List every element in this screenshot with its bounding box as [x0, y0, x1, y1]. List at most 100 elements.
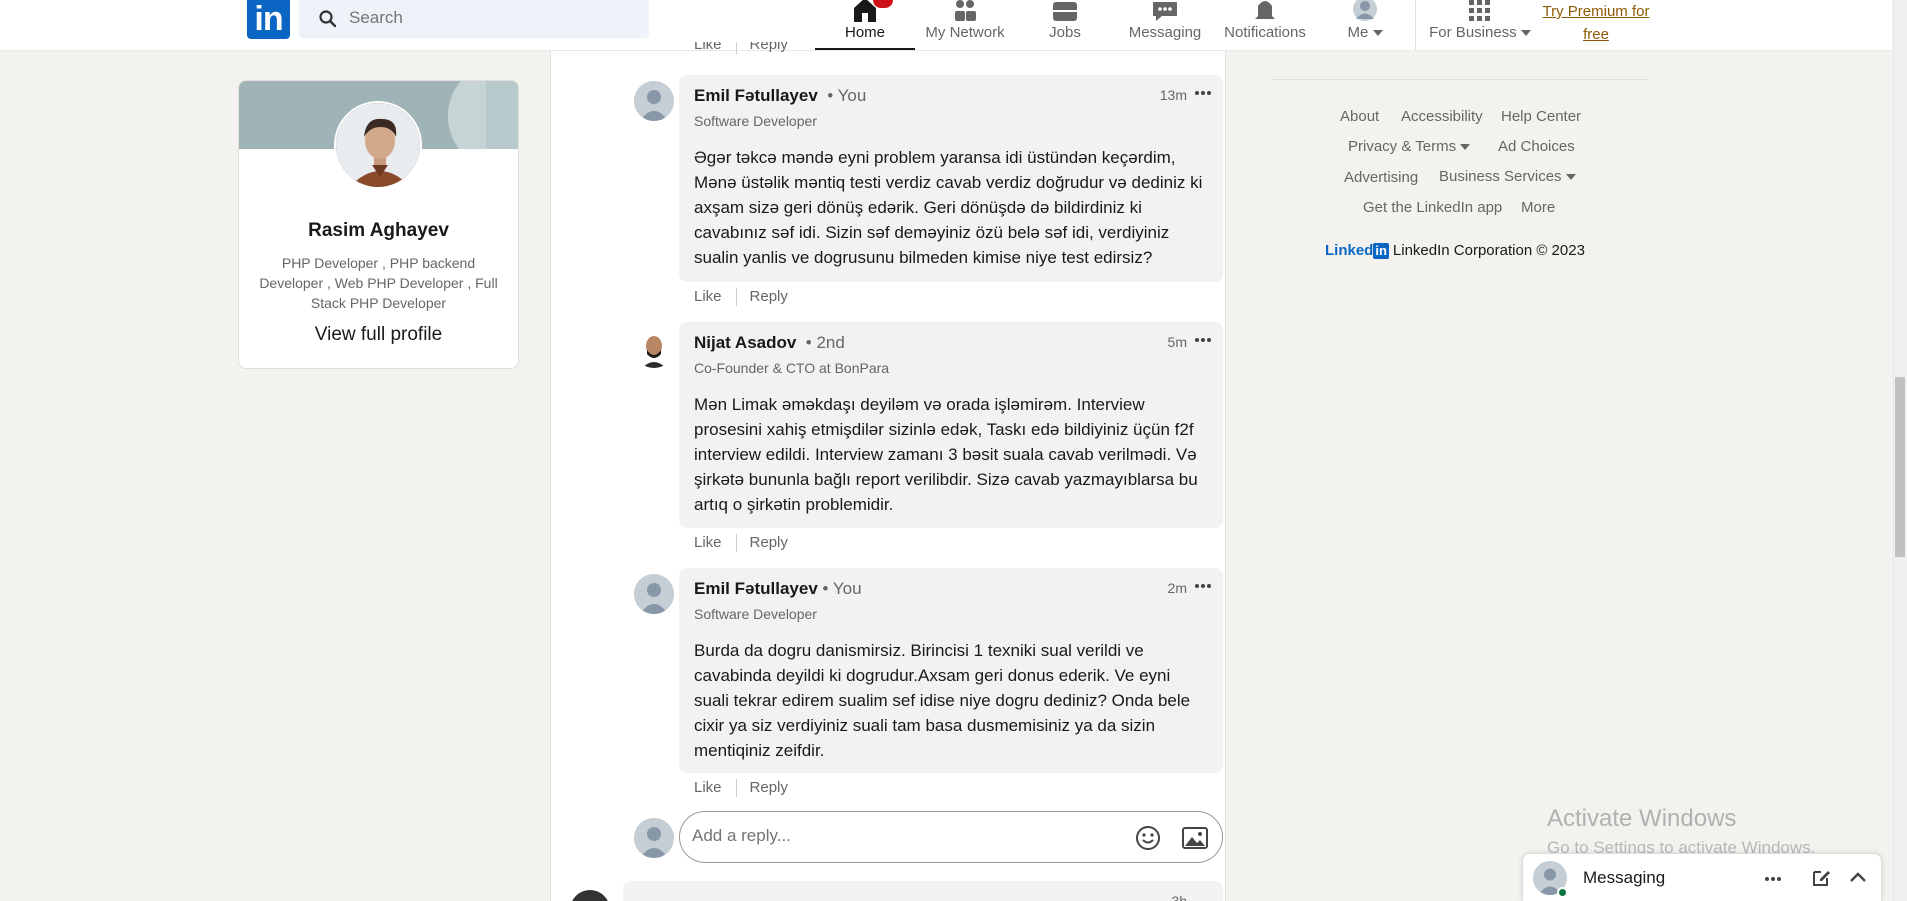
footer-help-center[interactable]: Help Center [1501, 108, 1581, 125]
linkedin-wordmark: Linked [1325, 242, 1374, 259]
profile-photo[interactable] [334, 101, 422, 189]
comment-time: 5m [1167, 334, 1187, 350]
comment-actions: Like Reply [694, 534, 788, 553]
chevron-down-icon [1565, 174, 1576, 180]
search-input[interactable] [349, 8, 629, 28]
comment-actions: Like Reply [694, 288, 788, 307]
comment-author[interactable]: Emil Fətullayev • You [694, 579, 862, 599]
linkedin-logo[interactable]: in [247, 0, 290, 39]
comment-author-headline: Software Developer [694, 113, 817, 129]
default-avatar-icon [634, 81, 674, 121]
avatar[interactable] [634, 328, 674, 368]
chevron-down-icon [1520, 30, 1531, 36]
like-button[interactable]: Like [694, 42, 722, 53]
comment-time: 13m [1159, 87, 1187, 103]
footer-accessibility[interactable]: Accessibility [1401, 108, 1483, 125]
footer-more[interactable]: More [1521, 199, 1555, 216]
comment-author[interactable]: Emil Fətullayev • You [694, 86, 866, 106]
person-photo-icon [634, 328, 674, 368]
comment-time: 2m [1167, 580, 1187, 596]
try-premium-link[interactable]: Try Premium for free [1538, 0, 1654, 46]
avatar[interactable] [634, 574, 674, 614]
nav-label: My Network [925, 24, 1005, 41]
comment: Nijat Asadov • 2nd Co-Founder & CTO at B… [679, 322, 1223, 528]
profile-card: Rasim Aghayev PHP Developer , PHP backen… [238, 80, 519, 369]
jobs-icon [1053, 2, 1077, 21]
reply-button[interactable]: Reply [750, 42, 788, 53]
nav-home[interactable]: Home [815, 0, 915, 50]
scrollbar-thumb[interactable] [1895, 377, 1905, 557]
comment-body: Əgər təkcə məndə eyni problem yaransa id… [694, 148, 1203, 267]
footer-get-app[interactable]: Get the LinkedIn app [1363, 199, 1502, 216]
person-photo-icon [336, 103, 420, 187]
messaging-bar[interactable]: Messaging [1522, 853, 1882, 901]
view-full-profile-link[interactable]: View full profile [239, 324, 518, 346]
nav-divider [1415, 0, 1416, 50]
nav-label: Jobs [1049, 24, 1081, 41]
nav-label: Notifications [1224, 24, 1306, 41]
like-button[interactable]: Like [694, 288, 722, 305]
reply-box[interactable] [679, 811, 1223, 863]
nav-notifications[interactable]: Notifications [1215, 0, 1315, 50]
compose-icon[interactable] [1811, 868, 1831, 888]
grid-icon [1469, 0, 1490, 21]
nav-my-network[interactable]: My Network [915, 0, 1015, 50]
avatar[interactable] [634, 81, 674, 121]
footer-ad-choices[interactable]: Ad Choices [1498, 138, 1575, 155]
footer-about[interactable]: About [1340, 108, 1379, 125]
like-button[interactable]: Like [694, 779, 722, 796]
image-icon[interactable] [1182, 826, 1208, 850]
default-avatar-icon [634, 574, 674, 614]
comment-actions: Like Reply [694, 779, 788, 798]
reply-button[interactable]: Reply [750, 779, 788, 796]
nav-label: For Business [1420, 24, 1540, 41]
chevron-down-icon [1460, 144, 1471, 150]
activate-windows-title: Activate Windows [1547, 805, 1737, 832]
top-nav: in Home My Network Jobs Messaging Notifi… [0, 0, 1892, 51]
chevron-up-icon[interactable] [1849, 870, 1867, 884]
search-icon [319, 10, 337, 28]
nav-label: Me [1315, 24, 1415, 41]
default-avatar-icon [634, 818, 674, 858]
search-box[interactable] [299, 0, 649, 38]
online-status-dot [1557, 887, 1568, 898]
reply-button[interactable]: Reply [750, 534, 788, 551]
reply-button[interactable]: Reply [750, 288, 788, 305]
footer-advertising[interactable]: Advertising [1344, 169, 1418, 186]
comment: Emil Fətullayev • You Software Developer… [679, 75, 1223, 282]
reply-input[interactable] [692, 826, 1092, 846]
emoji-icon[interactable] [1135, 825, 1161, 851]
notification-badge [873, 0, 893, 8]
more-options-icon[interactable] [1193, 576, 1213, 596]
comment-body: Burda da dogru danismirsiz. Birincisi 1 … [694, 641, 1191, 760]
comment-author[interactable]: Nijat Asadov • 2nd [694, 333, 845, 353]
profile-name[interactable]: Rasim Aghayev [239, 220, 518, 242]
nav-messaging[interactable]: Messaging [1115, 0, 1215, 50]
comment: 3h [623, 881, 1223, 901]
nav-label: Home [844, 24, 885, 41]
nav-jobs[interactable]: Jobs [1015, 0, 1115, 50]
nav-me[interactable]: Me [1315, 0, 1415, 50]
footer-divider [1272, 79, 1648, 80]
comment-actions: Like Reply [694, 42, 788, 56]
profile-headline: PHP Developer , PHP backend Developer , … [259, 255, 498, 311]
more-options-icon[interactable] [1763, 869, 1783, 889]
network-icon [955, 0, 976, 21]
chevron-down-icon [1372, 30, 1383, 36]
footer-business-services[interactable]: Business Services [1439, 168, 1576, 185]
footer-privacy-terms[interactable]: Privacy & Terms [1348, 138, 1471, 155]
messaging-icon [1153, 2, 1177, 21]
nav-for-business[interactable]: For Business [1420, 0, 1540, 50]
comment-author-headline: Software Developer [694, 606, 817, 622]
avatar-icon [1353, 0, 1377, 21]
nav-label: Messaging [1128, 24, 1202, 41]
messaging-label: Messaging [1583, 868, 1666, 887]
page-scrollbar[interactable] [1892, 0, 1907, 901]
linkedin-logo-mini: in [1373, 243, 1389, 259]
more-options-icon[interactable] [1193, 330, 1213, 350]
comment-time: 3h [1171, 893, 1187, 901]
comment: Emil Fətullayev • You Software Developer… [679, 568, 1223, 773]
avatar [634, 818, 674, 858]
more-options-icon[interactable] [1193, 83, 1213, 103]
like-button[interactable]: Like [694, 534, 722, 551]
